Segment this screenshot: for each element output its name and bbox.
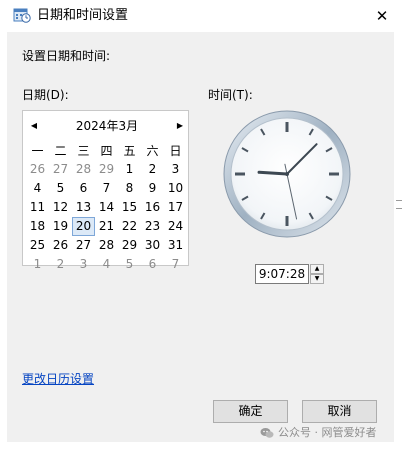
calendar-day[interactable]: 9 (141, 179, 164, 198)
calendar-day[interactable]: 10 (164, 179, 187, 198)
watermark: 公众号 · 网管爱好者 (260, 426, 377, 440)
weekday-label: 六 (146, 144, 159, 158)
calendar: ◀ 2024年3月 ▶ 一 二 三 四 五 六 日 26 27 28 29 1 2 3 4 5 6… (22, 110, 189, 271)
calendar-day[interactable]: 13 (72, 198, 95, 217)
chevron-right-icon: ▶ (176, 120, 184, 130)
calendar-day[interactable]: 5 (49, 179, 72, 198)
calendar-day[interactable]: 4 (95, 255, 118, 274)
calendar-day[interactable]: 21 (95, 217, 118, 236)
weekday-header: 一 二 三 四 五 六 日 (26, 141, 187, 160)
chevron-left-icon: ◀ (30, 120, 38, 130)
calendar-day[interactable]: 4 (26, 179, 49, 198)
time-spinner: ▲ ▼ (310, 264, 324, 284)
weekday-label: 一 (31, 144, 44, 158)
calendar-day[interactable]: 14 (95, 198, 118, 217)
calendar-day[interactable]: 29 (95, 160, 118, 179)
calendar-day-selected[interactable]: 20 (72, 217, 95, 236)
calendar-day[interactable]: 3 (164, 160, 187, 179)
calendar-grid: 一 二 三 四 五 六 日 26 27 28 29 1 2 3 4 5 6 7 8 9 10 11 12 13 1… (26, 141, 187, 274)
watermark-text: 公众号 · 网管爱好者 (278, 426, 377, 439)
arrow-down-icon: ▼ (314, 275, 320, 282)
calendar-day[interactable]: 11 (26, 198, 49, 217)
analog-clock (223, 110, 351, 238)
change-calendar-settings-link[interactable]: 更改日历设置 (22, 372, 94, 386)
calendar-day[interactable]: 2 (141, 160, 164, 179)
calendar-day[interactable]: 3 (72, 255, 95, 274)
next-month-button[interactable]: ▶ (175, 119, 185, 131)
calendar-day[interactable]: 26 (49, 236, 72, 255)
calendar-day[interactable]: 7 (95, 179, 118, 198)
weekday-label: 五 (123, 144, 136, 158)
wechat-icon (260, 428, 274, 438)
hour-hand (257, 170, 289, 176)
prev-month-button[interactable]: ◀ (29, 119, 39, 131)
time-down-button[interactable]: ▼ (310, 274, 324, 284)
calendar-day[interactable]: 28 (95, 236, 118, 255)
ok-button[interactable]: 确定 (213, 400, 288, 423)
calendar-day[interactable]: 6 (72, 179, 95, 198)
calendar-day[interactable]: 12 (49, 198, 72, 217)
calendar-day[interactable]: 16 (141, 198, 164, 217)
weekday-label: 二 (54, 144, 67, 158)
calendar-day[interactable]: 24 (164, 217, 187, 236)
calendar-day[interactable]: 25 (26, 236, 49, 255)
calendar-day[interactable]: 27 (49, 160, 72, 179)
close-icon: ✕ (375, 7, 389, 25)
calendar-day[interactable]: 31 (164, 236, 187, 255)
calendar-day[interactable]: 8 (118, 179, 141, 198)
datetime-settings-icon (13, 8, 31, 23)
calendar-days: 26 27 28 29 1 2 3 4 5 6 7 8 9 10 11 12 13 14 15 16 17 18 19 20 2… (26, 160, 187, 274)
calendar-week: 18 19 20 21 22 23 24 (26, 217, 187, 236)
title-bar: 日期和时间设置 ✕ (0, 0, 402, 32)
cancel-button[interactable]: 取消 (302, 400, 377, 423)
calendar-day[interactable]: 1 (26, 255, 49, 274)
time-label: 时间(T): (208, 88, 253, 102)
calendar-day[interactable]: 15 (118, 198, 141, 217)
calendar-day[interactable]: 18 (26, 217, 49, 236)
calendar-day[interactable]: 30 (141, 236, 164, 255)
calendar-day[interactable]: 5 (118, 255, 141, 274)
calendar-day[interactable]: 17 (164, 198, 187, 217)
calendar-day[interactable]: 6 (141, 255, 164, 274)
time-up-button[interactable]: ▲ (310, 264, 324, 274)
weekday-label: 三 (77, 144, 90, 158)
calendar-week: 26 27 28 29 1 2 3 (26, 160, 187, 179)
background-window-edge (394, 0, 402, 449)
time-input[interactable]: 9:07:28 (255, 264, 309, 284)
calendar-day[interactable]: 2 (49, 255, 72, 274)
calendar-week: 4 5 6 7 8 9 10 (26, 179, 187, 198)
calendar-day[interactable]: 23 (141, 217, 164, 236)
weekday-label: 日 (169, 144, 182, 158)
calendar-week: 1234567 (26, 255, 187, 274)
calendar-month-title[interactable]: 2024年3月 (53, 119, 161, 133)
calendar-week: 25 26 27 28 29 30 31 (26, 236, 187, 255)
calendar-day[interactable]: 28 (72, 160, 95, 179)
calendar-day[interactable]: 29 (118, 236, 141, 255)
clock-center-pin (285, 172, 289, 176)
date-label: 日期(D): (22, 88, 69, 102)
calendar-day[interactable]: 19 (49, 217, 72, 236)
weekday-label: 四 (100, 144, 113, 158)
calendar-day[interactable]: 1 (118, 160, 141, 179)
calendar-day[interactable]: 26 (26, 160, 49, 179)
calendar-day[interactable]: 22 (118, 217, 141, 236)
calendar-day[interactable]: 7 (164, 255, 187, 274)
time-value: 9:07:28 (258, 267, 306, 281)
section-label: 设置日期和时间: (22, 49, 111, 63)
calendar-day[interactable]: 27 (72, 236, 95, 255)
calendar-week: 11 12 13 14 15 16 17 (26, 198, 187, 217)
window-title: 日期和时间设置 (37, 8, 129, 23)
arrow-up-icon: ▲ (314, 265, 320, 272)
